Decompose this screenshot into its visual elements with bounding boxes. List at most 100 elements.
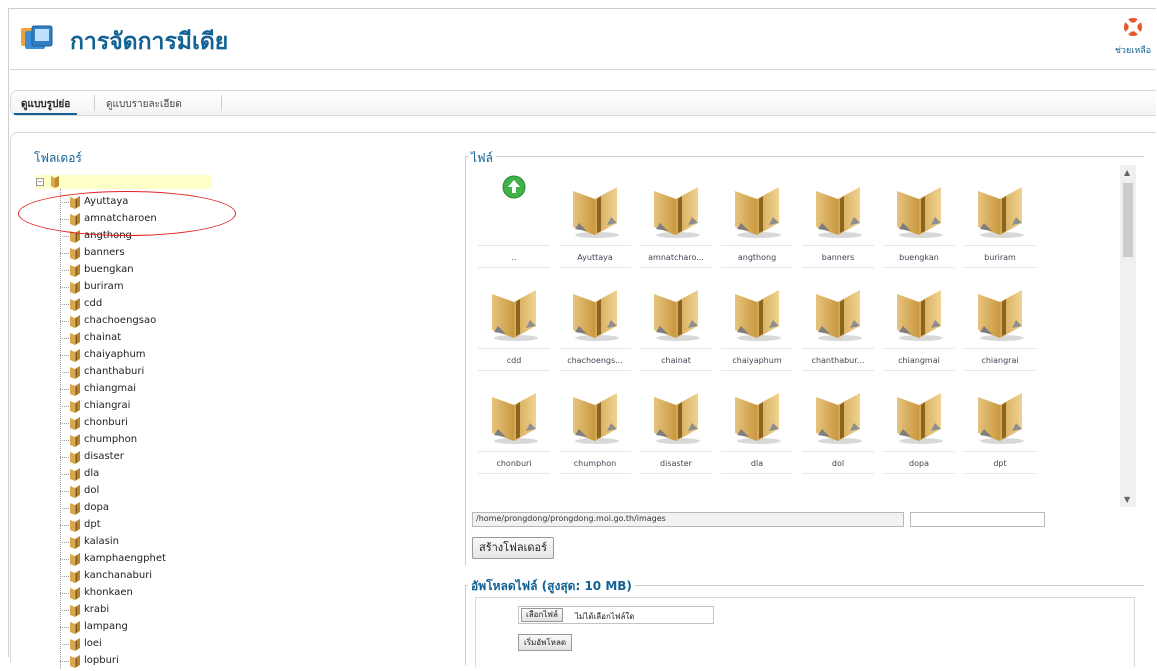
- tree-item-label: banners: [84, 247, 125, 258]
- scroll-thumb[interactable]: [1123, 183, 1133, 257]
- tab-thumbnail-view[interactable]: ดูแบบรูปย่อ: [14, 97, 78, 115]
- folder-thumbnail[interactable]: [478, 371, 550, 451]
- help-button[interactable]: ช่วยเหลือ: [1110, 16, 1156, 57]
- tree-item-label: kalasin: [84, 536, 119, 547]
- tree-connector: [60, 304, 69, 305]
- folder-item[interactable]: chonburi: [478, 371, 550, 474]
- tree-connector: [60, 474, 69, 475]
- folder-icon: [648, 280, 704, 346]
- tree-item-label: chainat: [84, 332, 122, 343]
- folder-icon: [486, 383, 542, 449]
- folder-thumbnail[interactable]: [964, 165, 1036, 245]
- folder-icon: [69, 331, 82, 348]
- folder-icon: [891, 280, 947, 346]
- folder-icon: [69, 552, 82, 569]
- folder-item[interactable]: disaster: [640, 371, 712, 474]
- highlight-annotation: [18, 191, 236, 236]
- tree-item-label: chumphon: [84, 434, 138, 445]
- choose-file-button[interactable]: เลือกไฟล์: [521, 608, 563, 622]
- start-upload-button[interactable]: เริ่มอัพโหลด: [518, 634, 573, 651]
- folder-item[interactable]: banners: [802, 165, 874, 268]
- folder-icon: [69, 569, 82, 586]
- folder-icon: [567, 383, 623, 449]
- folder-thumbnail[interactable]: [721, 165, 793, 245]
- folder-item[interactable]: chaiyaphum: [721, 268, 793, 371]
- folder-icon: [69, 450, 82, 467]
- folder-thumbnail[interactable]: [964, 268, 1036, 348]
- folder-thumbnail[interactable]: [883, 165, 955, 245]
- tree-item-label: dla: [84, 468, 100, 479]
- folder-name: amnatcharo...: [640, 245, 712, 268]
- folder-thumbnail[interactable]: [478, 268, 550, 348]
- folder-thumbnail[interactable]: [559, 165, 631, 245]
- folder-thumbnail[interactable]: [478, 165, 550, 245]
- create-folder-button[interactable]: สร้างโฟลเดอร์: [472, 537, 555, 559]
- folder-item[interactable]: chanthabur...: [802, 268, 874, 371]
- folder-item[interactable]: angthong: [721, 165, 793, 268]
- folder-thumbnail[interactable]: [640, 371, 712, 451]
- folder-icon: [729, 280, 785, 346]
- new-folder-input[interactable]: [910, 512, 1045, 527]
- folder-item[interactable]: dopa: [883, 371, 955, 474]
- file-grid: .. Ayuttaya amnatcharo... angthong banners bu…: [472, 165, 1120, 507]
- folder-item[interactable]: chachoengs...: [559, 268, 631, 371]
- tree-connector: [60, 457, 69, 458]
- media-manager-icon: [20, 24, 54, 52]
- tree-item-label: buengkan: [84, 264, 134, 275]
- folder-thumbnail[interactable]: [802, 268, 874, 348]
- folder-item[interactable]: amnatcharo...: [640, 165, 712, 268]
- folder-thumbnail[interactable]: [559, 371, 631, 451]
- folder-thumbnail[interactable]: [802, 371, 874, 451]
- tree-connector: [60, 661, 69, 662]
- parent-folder-item[interactable]: ..: [478, 165, 550, 268]
- folder-thumbnail[interactable]: [721, 268, 793, 348]
- folder-icon: [69, 280, 82, 297]
- folder-icon: [648, 177, 704, 243]
- tree-connector: [60, 189, 61, 669]
- scroll-down-icon[interactable]: ▼: [1124, 495, 1130, 504]
- folder-item[interactable]: chiangrai: [964, 268, 1036, 371]
- folder-item[interactable]: cdd: [478, 268, 550, 371]
- folder-icon: [891, 383, 947, 449]
- tree-root[interactable]: −: [36, 175, 212, 189]
- folder-item[interactable]: buengkan: [883, 165, 955, 268]
- tree-connector: [60, 559, 69, 560]
- collapse-icon[interactable]: −: [36, 178, 44, 186]
- tree-connector: [60, 253, 69, 254]
- folder-thumbnail[interactable]: [883, 371, 955, 451]
- folder-thumbnail[interactable]: [559, 268, 631, 348]
- folder-icon: [69, 382, 82, 399]
- folder-thumbnail[interactable]: [640, 165, 712, 245]
- folder-thumbnail[interactable]: [883, 268, 955, 348]
- folder-item[interactable]: dla: [721, 371, 793, 474]
- folder-name: dopa: [883, 451, 955, 474]
- no-file-text: ไม่ได้เลือกไฟล์ใด: [575, 612, 635, 621]
- folder-item[interactable]: chainat: [640, 268, 712, 371]
- file-picker[interactable]: เลือกไฟล์ ไม่ได้เลือกไฟล์ใด: [518, 606, 714, 624]
- folder-icon: [69, 637, 82, 654]
- folder-icon: [972, 280, 1028, 346]
- folder-item[interactable]: chiangmai: [883, 268, 955, 371]
- folder-icon: [69, 433, 82, 450]
- folder-icon: [69, 467, 82, 484]
- tree-connector: [60, 627, 69, 628]
- folder-name: disaster: [640, 451, 712, 474]
- folder-thumbnail[interactable]: [721, 371, 793, 451]
- folder-item[interactable]: chumphon: [559, 371, 631, 474]
- file-grid-scrollbar[interactable]: ▲ ▼: [1120, 165, 1136, 507]
- folder-item[interactable]: dpt: [964, 371, 1036, 474]
- folder-name: Ayuttaya: [559, 245, 631, 268]
- folder-icon: [69, 246, 82, 263]
- folder-item[interactable]: dol: [802, 371, 874, 474]
- tree-item-label: chonburi: [84, 417, 128, 428]
- scroll-up-icon[interactable]: ▲: [1124, 168, 1130, 177]
- tree-connector: [60, 389, 69, 390]
- tree-item-label: dopa: [84, 502, 109, 513]
- folder-item[interactable]: Ayuttaya: [559, 165, 631, 268]
- folder-thumbnail[interactable]: [640, 268, 712, 348]
- folder-thumbnail[interactable]: [802, 165, 874, 245]
- folder-thumbnail[interactable]: [964, 371, 1036, 451]
- folder-item[interactable]: buriram: [964, 165, 1036, 268]
- tab-detail-view[interactable]: ดูแบบรายละเอียด: [99, 97, 189, 112]
- tree-connector: [60, 542, 69, 543]
